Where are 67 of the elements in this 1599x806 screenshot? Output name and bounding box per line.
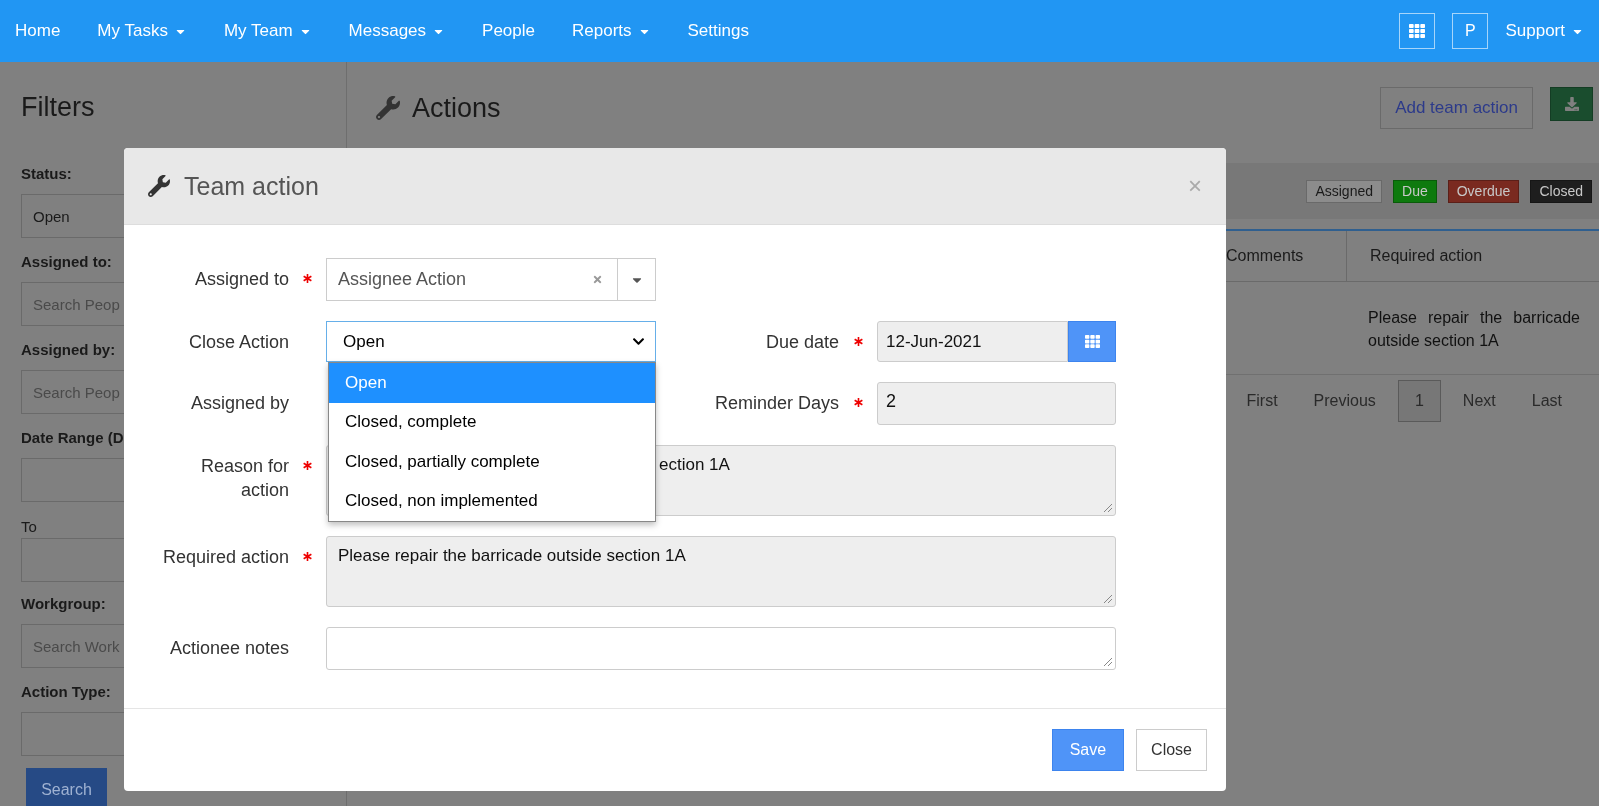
status-select[interactable]: Open <box>326 321 656 362</box>
field-label: Reminder Days <box>713 392 839 415</box>
nav-link[interactable]: People <box>482 21 535 41</box>
number-field[interactable]: 2 <box>877 382 1116 425</box>
nav-link[interactable]: Settings <box>687 21 749 41</box>
text-area[interactable]: Please repair the barricade outside section 1A <box>326 536 1116 607</box>
grid-icon <box>1409 23 1426 39</box>
search-button[interactable]: Search <box>26 768 107 806</box>
filters-title: Filters <box>21 92 95 123</box>
download-button[interactable] <box>1550 87 1593 121</box>
apps-button[interactable] <box>1399 13 1436 49</box>
download-icon <box>1564 97 1579 111</box>
next-page-link[interactable]: Next <box>1444 380 1514 422</box>
clear-icon[interactable] <box>592 274 603 285</box>
field-label: Close Action <box>187 331 289 354</box>
calendar-button[interactable] <box>1068 321 1116 362</box>
field-label: Assigned by <box>189 392 289 415</box>
filter-label: Assigned to: <box>21 252 112 272</box>
previous-page-link[interactable]: Previous <box>1295 380 1394 422</box>
first-page-link[interactable]: First <box>1228 380 1296 422</box>
field-label: Reason for action <box>199 455 289 502</box>
filter-label: Assigned by: <box>21 340 116 360</box>
close-button[interactable]: × <box>1188 174 1202 198</box>
nav-link[interactable]: My Team <box>223 21 312 41</box>
dropdown-option[interactable]: Closed, complete <box>329 402 655 442</box>
resize-grip-icon[interactable] <box>1103 594 1113 604</box>
nav-link[interactable]: Home <box>15 21 61 41</box>
field-label: Assigned to <box>193 268 289 291</box>
page-link[interactable]: 1 <box>1397 380 1441 422</box>
last-page-link[interactable]: Last <box>1513 380 1580 422</box>
assignee-select[interactable]: Assignee Action <box>326 258 656 301</box>
legend-badge: Overdue <box>1447 179 1520 203</box>
notes-area[interactable] <box>326 627 1116 670</box>
table-cell-text: Please repair the barricade outside section 1A <box>1367 308 1581 351</box>
support-menu[interactable]: Support <box>1505 21 1584 41</box>
nav-link[interactable]: Messages <box>348 21 446 41</box>
nav-link[interactable]: Reports <box>572 21 651 41</box>
filter-label: To <box>21 517 37 537</box>
nav-link[interactable]: My Tasks <box>97 21 187 41</box>
resize-grip-icon[interactable] <box>1103 657 1113 667</box>
field-label: Actionee notes <box>168 637 289 660</box>
page-title: Actions <box>412 92 501 124</box>
filter-label: Action Type: <box>21 682 111 702</box>
column-header: Comments <box>1225 246 1305 266</box>
date-field[interactable]: 12-Jun-2021 <box>877 321 1068 362</box>
filter-label: Workgroup: <box>21 594 106 614</box>
chevron-icon <box>632 335 645 348</box>
legend-badge: Due <box>1393 179 1437 203</box>
legend-badge: Closed <box>1530 179 1592 203</box>
wrench-icon <box>376 96 400 120</box>
dropdown-option[interactable]: Closed, partially complete <box>329 442 655 482</box>
dropdown-option[interactable]: Open <box>329 363 655 403</box>
filter-label: Status: <box>21 164 72 184</box>
filter-label: Date Range (D <box>21 428 124 448</box>
profile-button[interactable]: P <box>1452 13 1489 49</box>
add-action-button[interactable]: Add team action <box>1380 87 1533 129</box>
resize-grip-icon[interactable] <box>1103 503 1113 513</box>
close-button[interactable]: Close <box>1136 729 1207 771</box>
dropdown-option[interactable]: Closed, non implemented <box>329 481 655 521</box>
save-button[interactable]: Save <box>1051 729 1125 771</box>
grid-icon <box>1084 334 1100 349</box>
dialog-title: Team action <box>184 171 319 201</box>
wrench-icon <box>148 175 170 197</box>
field-label: Required action <box>161 546 289 569</box>
column-header: Required action <box>1346 231 1599 281</box>
legend-badge: Assigned <box>1306 179 1382 203</box>
field-label: Due date <box>764 331 839 354</box>
